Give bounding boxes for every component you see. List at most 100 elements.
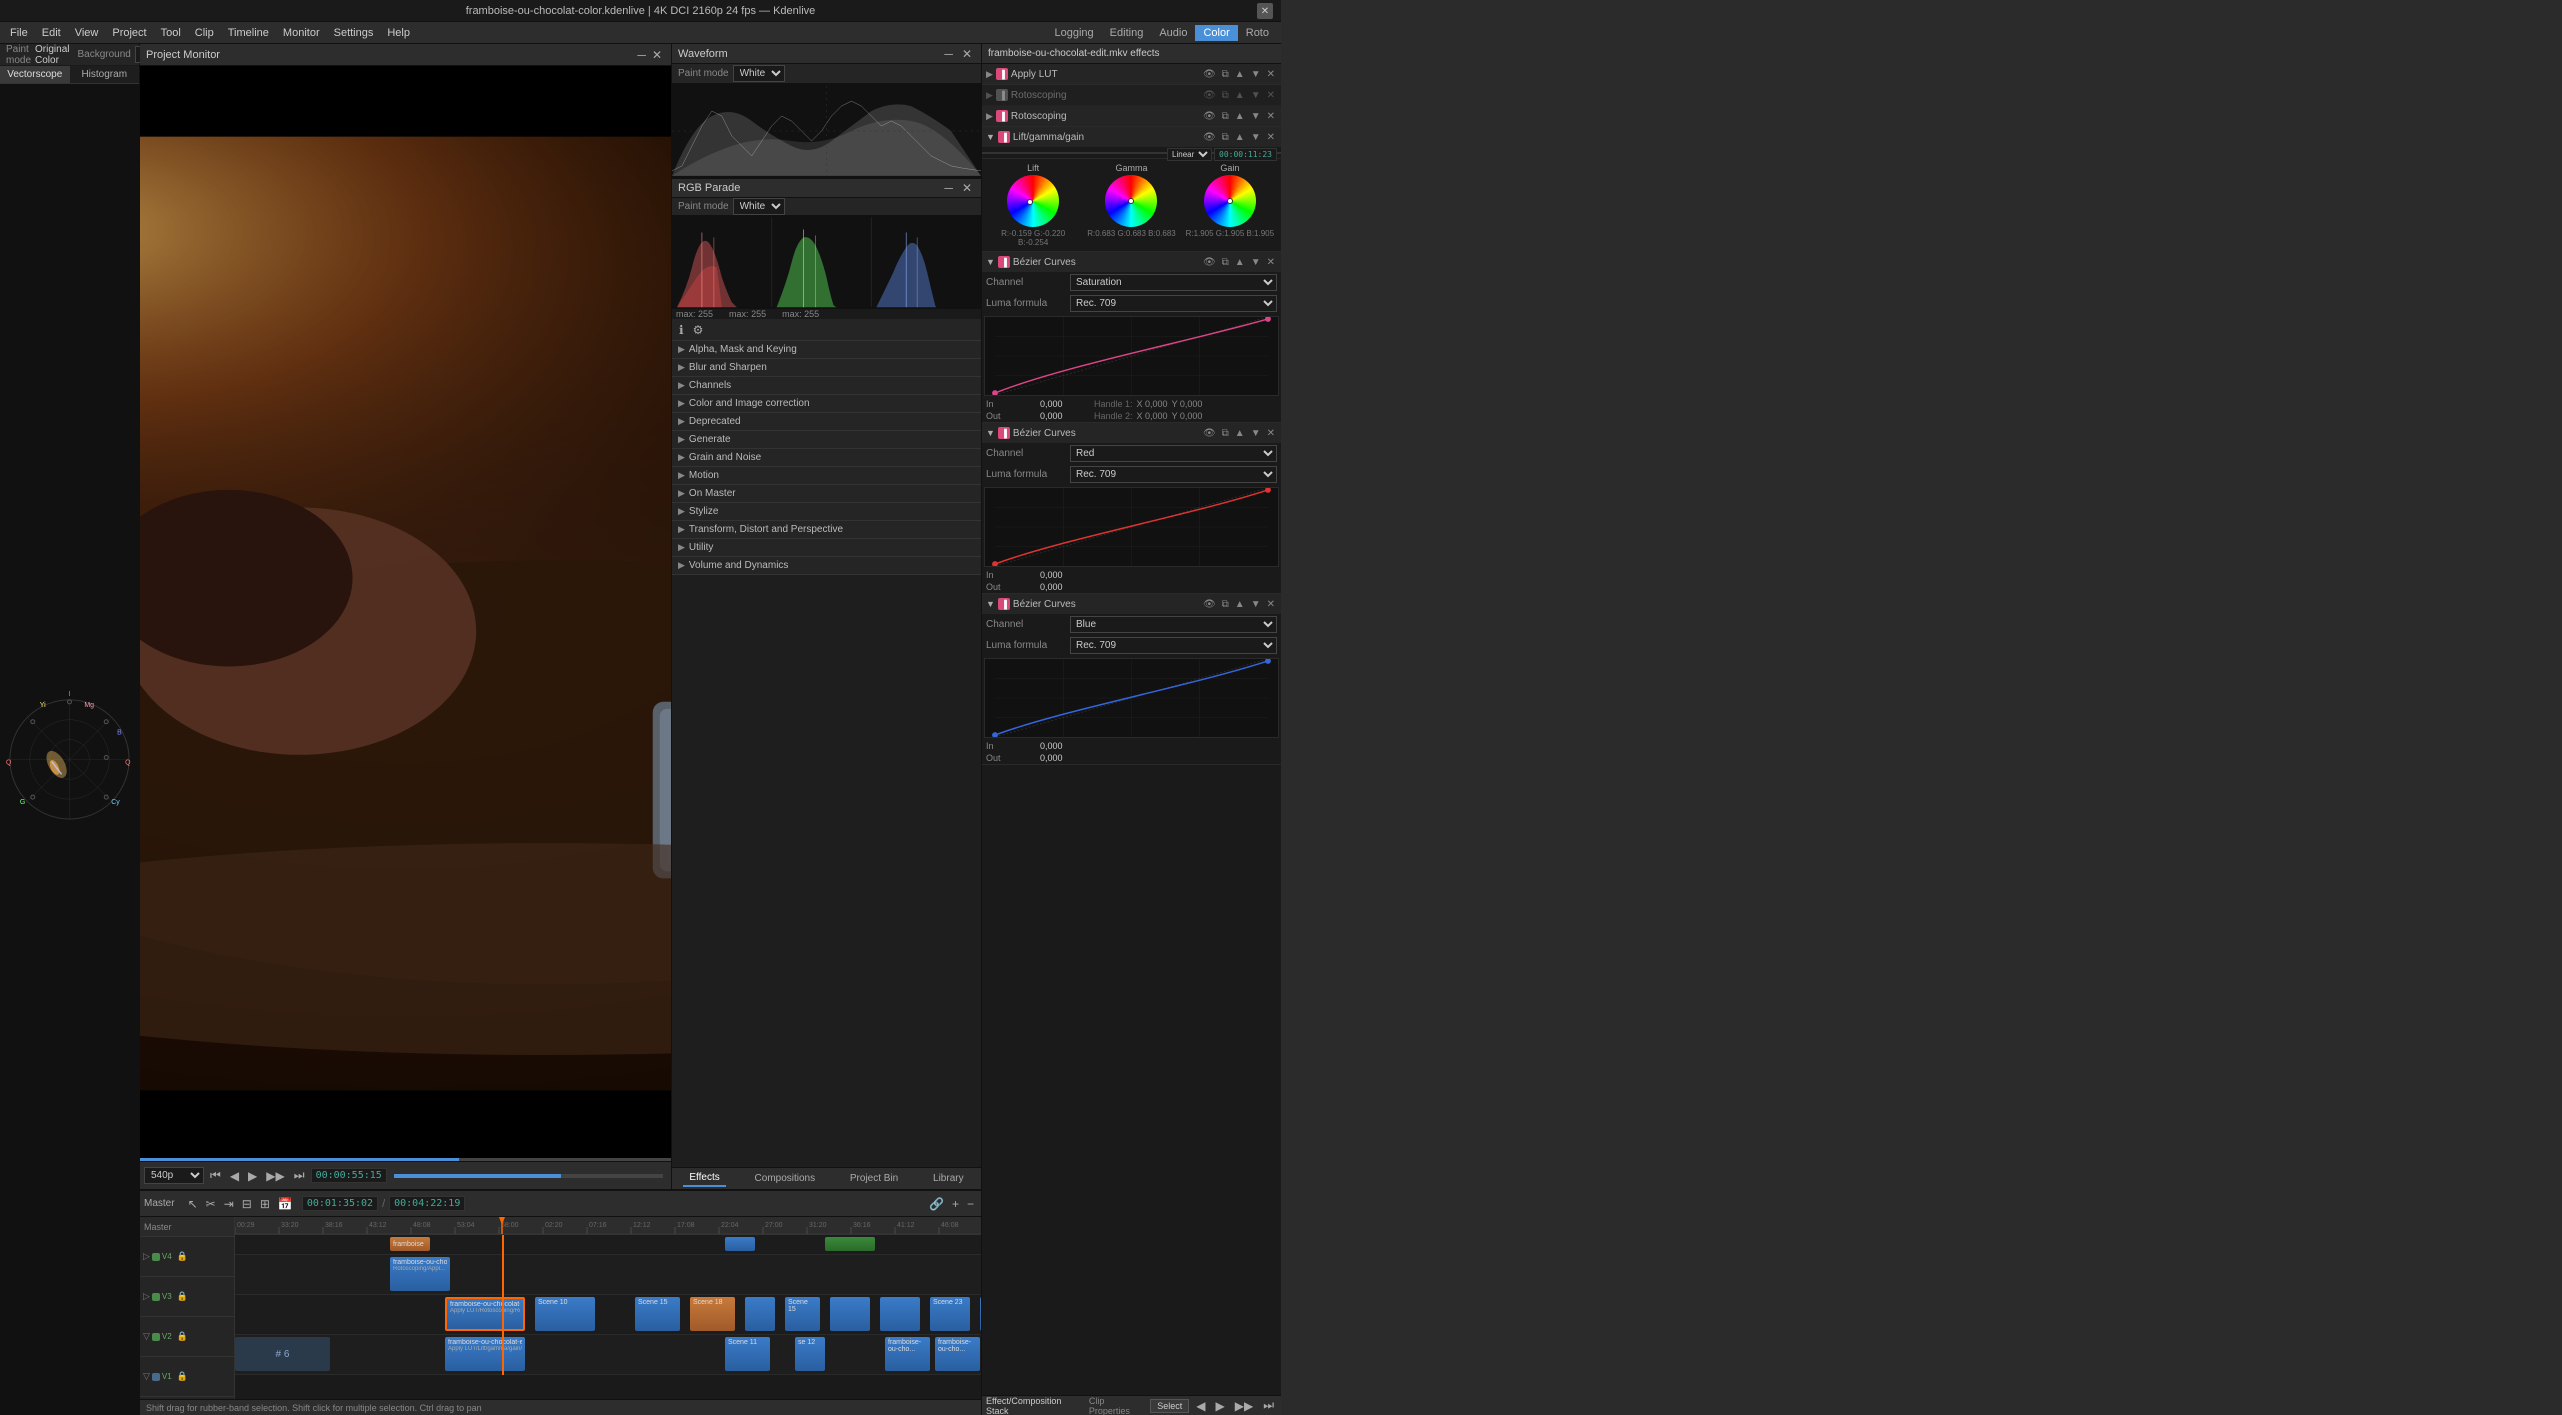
- effect-roto1-copy[interactable]: ⧉: [1220, 89, 1231, 102]
- step-fwd-btn[interactable]: ▶▶: [263, 1167, 287, 1185]
- v2-clip-2[interactable]: Scene 11: [725, 1337, 770, 1371]
- effect-lgg-copy[interactable]: ⧉: [1220, 131, 1231, 144]
- skip-start-btn[interactable]: ⏮: [207, 1166, 224, 1185]
- rgb-paint-select[interactable]: White: [733, 198, 785, 215]
- tab-effect-comp-stack[interactable]: Effect/Composition Stack: [986, 1396, 1077, 1415]
- bz1-channel-select[interactable]: Saturation: [1070, 274, 1277, 291]
- effect-roto1-eye[interactable]: 👁: [1201, 89, 1218, 102]
- v2-clip-1[interactable]: framboise-ou-chocolat-edit.mkv Apply LUT…: [445, 1337, 525, 1371]
- bz2-luma-select[interactable]: Rec. 709: [1070, 466, 1277, 483]
- effect-bz2-copy[interactable]: ⧉: [1220, 427, 1231, 440]
- interpolation-select[interactable]: Linear: [1167, 148, 1212, 161]
- skip-end-btn[interactable]: ⏭: [291, 1166, 308, 1185]
- effect-lgg-down[interactable]: ▼: [1249, 131, 1263, 144]
- bz2-channel-select[interactable]: Red: [1070, 445, 1277, 462]
- effect-bz3-eye[interactable]: 👁: [1201, 598, 1218, 611]
- effect-roto1-del[interactable]: ✕: [1265, 89, 1277, 102]
- effect-roto2-eye[interactable]: 👁: [1201, 110, 1218, 123]
- tl-zoom-out[interactable]: −: [964, 1195, 977, 1213]
- monitor-timeline-bar[interactable]: [394, 1174, 663, 1178]
- v3-clip-7[interactable]: [830, 1297, 870, 1331]
- effect-lgg-up[interactable]: ▲: [1233, 131, 1247, 144]
- rgb-minimize[interactable]: ─: [941, 179, 956, 197]
- effect-roto-2-header[interactable]: ▶ ▐ Rotoscoping 👁 ⧉ ▲ ▼ ✕: [982, 106, 1281, 126]
- bz3-luma-select[interactable]: Rec. 709: [1070, 637, 1277, 654]
- tab-audio[interactable]: Audio: [1151, 25, 1195, 41]
- effect-bz2-down[interactable]: ▼: [1249, 427, 1263, 440]
- tab-vectorscope[interactable]: Vectorscope: [0, 66, 70, 83]
- effect-lgg-del[interactable]: ✕: [1265, 131, 1277, 144]
- tab-effects[interactable]: Effects: [683, 1170, 725, 1187]
- category-onmaster[interactable]: ▶ On Master: [672, 485, 981, 503]
- monitor-close[interactable]: ✕: [649, 46, 665, 64]
- category-generate[interactable]: ▶ Generate: [672, 431, 981, 449]
- menu-file[interactable]: File: [4, 25, 34, 41]
- v3-clip-9[interactable]: Scene 23: [930, 1297, 970, 1331]
- tl-spacer-btn[interactable]: ⇥: [221, 1195, 237, 1213]
- category-volume[interactable]: ▶ Volume and Dynamics: [672, 557, 981, 575]
- tab-logging[interactable]: Logging: [1047, 25, 1102, 41]
- gain-wheel[interactable]: [1204, 175, 1256, 227]
- v1-lock[interactable]: 🔒: [174, 1369, 191, 1384]
- category-utility[interactable]: ▶ Utility: [672, 539, 981, 557]
- effect-lut-down[interactable]: ▼: [1249, 68, 1263, 81]
- gamma-wheel[interactable]: [1105, 175, 1157, 227]
- v4-lock[interactable]: 🔒: [174, 1249, 191, 1264]
- v3-clip-6[interactable]: Scene 15: [785, 1297, 820, 1331]
- footer-play-btn[interactable]: ▶: [1212, 1397, 1227, 1415]
- effect-lgg-eye[interactable]: 👁: [1201, 131, 1218, 144]
- v2-clip-5[interactable]: framboise-ou-cho...: [935, 1337, 980, 1371]
- effect-apply-lut-header[interactable]: ▶ ▐ Apply LUT 👁 ⧉ ▲ ▼ ✕: [982, 64, 1281, 84]
- tab-histogram[interactable]: Histogram: [70, 66, 140, 83]
- v2-lock[interactable]: 🔒: [174, 1329, 191, 1344]
- effect-bz3-header[interactable]: ▼ ▐ Bézier Curves 👁 ⧉ ▲ ▼ ✕: [982, 594, 1281, 614]
- category-deprecated[interactable]: ▶ Deprecated: [672, 413, 981, 431]
- effect-bz1-down[interactable]: ▼: [1249, 256, 1263, 269]
- tl-calendar-btn[interactable]: 📅: [275, 1195, 296, 1213]
- effect-roto-1-header[interactable]: ▶ ▐ Rotoscoping 👁 ⧉ ▲ ▼ ✕: [982, 85, 1281, 105]
- effect-lgg-header[interactable]: ▼ ▐ Lift/gamma/gain 👁 ⧉ ▲ ▼ ✕: [982, 127, 1281, 147]
- tl-razor-btn[interactable]: ✂: [203, 1195, 219, 1213]
- category-grain[interactable]: ▶ Grain and Noise: [672, 449, 981, 467]
- v4-clip-1[interactable]: framboise-ou-cho... Rotoscoping/Appl...: [390, 1257, 450, 1291]
- effect-bz3-up[interactable]: ▲: [1233, 598, 1247, 611]
- wf-paint-select[interactable]: White: [733, 65, 785, 82]
- play-pause-btn[interactable]: ▶: [245, 1167, 260, 1185]
- menu-timeline[interactable]: Timeline: [222, 25, 275, 41]
- menu-help[interactable]: Help: [381, 25, 416, 41]
- select-button[interactable]: Select: [1150, 1399, 1189, 1413]
- effect-lut-eye[interactable]: 👁: [1201, 68, 1218, 81]
- footer-next-btn[interactable]: ▶▶: [1232, 1397, 1256, 1415]
- bz3-channel-select[interactable]: Blue: [1070, 616, 1277, 633]
- tl-extract-btn[interactable]: ⊞: [257, 1195, 273, 1213]
- v4-expand[interactable]: ▷: [143, 1251, 150, 1262]
- menu-tool[interactable]: Tool: [155, 25, 187, 41]
- v3-clip-8[interactable]: [880, 1297, 920, 1331]
- bz2-curve-area[interactable]: [984, 487, 1279, 567]
- master-clip-3[interactable]: [825, 1237, 875, 1251]
- resolution-select[interactable]: 540p: [144, 1167, 204, 1184]
- lift-wheel[interactable]: [1007, 175, 1059, 227]
- effect-roto1-down[interactable]: ▼: [1249, 89, 1263, 102]
- effect-roto2-down[interactable]: ▼: [1249, 110, 1263, 123]
- v3-clip-4[interactable]: Scene 18: [690, 1297, 735, 1331]
- effect-lut-del[interactable]: ✕: [1265, 68, 1277, 81]
- effect-bz3-del[interactable]: ✕: [1265, 598, 1277, 611]
- step-back-btn[interactable]: ◀: [227, 1167, 242, 1185]
- v3-clip-3[interactable]: Scene 15: [635, 1297, 680, 1331]
- menu-settings[interactable]: Settings: [328, 25, 380, 41]
- v3-clip-2[interactable]: Scene 10: [535, 1297, 595, 1331]
- tab-clip-properties[interactable]: Clip Properties: [1089, 1396, 1142, 1415]
- menu-view[interactable]: View: [69, 25, 105, 41]
- category-stylize[interactable]: ▶ Stylize: [672, 503, 981, 521]
- tab-project-bin[interactable]: Project Bin: [844, 1171, 904, 1186]
- effects-info-btn[interactable]: ℹ: [676, 321, 687, 339]
- waveform-close[interactable]: ✕: [959, 45, 975, 63]
- tab-compositions[interactable]: Compositions: [749, 1171, 822, 1186]
- effect-roto2-up[interactable]: ▲: [1233, 110, 1247, 123]
- rgb-close[interactable]: ✕: [959, 179, 975, 197]
- effect-bz2-del[interactable]: ✕: [1265, 427, 1277, 440]
- monitor-minimize[interactable]: ─: [634, 46, 649, 64]
- footer-prev-btn[interactable]: ◀: [1193, 1397, 1208, 1415]
- effect-lut-copy[interactable]: ⧉: [1220, 68, 1231, 81]
